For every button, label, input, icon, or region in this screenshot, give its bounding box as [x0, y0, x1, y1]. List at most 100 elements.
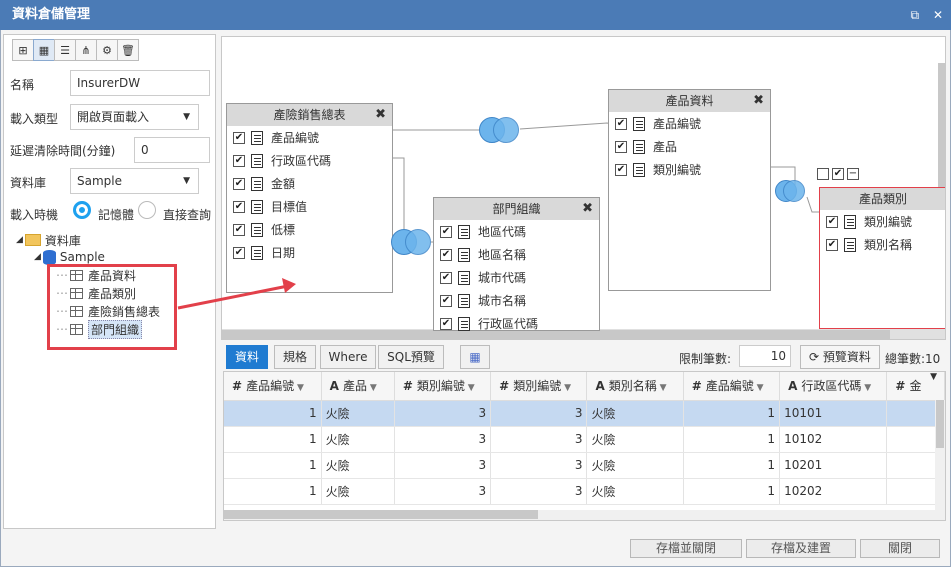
save-close-button[interactable]: 存檔並關閉	[630, 539, 742, 558]
expand-icon[interactable]: ◢	[34, 252, 41, 262]
sort-chevron-icon[interactable]: ▼	[561, 383, 571, 393]
entity-sales[interactable]: 產險銷售總表 ✖ ✔ 產品編號 ✔ 行政區代碼 ✔ 金額 ✔ 目標值 ✔ 低標 ✔ 日期	[226, 103, 393, 293]
checkbox-checked[interactable]: ✔	[233, 177, 245, 190]
checkbox-all-icon[interactable]: ✔	[832, 168, 844, 180]
grid-header-cell[interactable]: # 類別編號 ▼	[490, 372, 588, 401]
horizontal-scrollbar[interactable]	[224, 510, 937, 520]
field-row[interactable]: ✔ 行政區代碼	[227, 149, 392, 172]
field-row[interactable]: ✔ 類別編號	[609, 158, 770, 181]
tab-spec[interactable]: 規格	[274, 345, 316, 369]
close-icon[interactable]: ✖	[753, 90, 764, 112]
checkbox-checked[interactable]: ✔	[440, 248, 452, 261]
limit-input[interactable]: 10	[739, 345, 791, 367]
field-row[interactable]: ✔ 行政區代碼	[434, 312, 599, 335]
collapse-icon[interactable]: −	[847, 168, 859, 180]
delay-input[interactable]: 0	[134, 137, 210, 163]
tree-view-icon[interactable]: ☰	[54, 39, 76, 61]
grid-header-cell[interactable]: A 產品 ▼	[321, 372, 395, 401]
checkbox-checked[interactable]: ✔	[440, 225, 452, 238]
sort-chevron-icon[interactable]: ▼	[754, 383, 764, 393]
gear-icon[interactable]: ⚙	[96, 39, 118, 61]
entity-category[interactable]: 產品類別 ✔ 類別編號 ✔ 類別名稱	[819, 187, 945, 329]
data-grid[interactable]: # 產品編號 ▼ A 產品 ▼ # 類別編號 ▼ # 類別編號 ▼ A 類別名稱 ▼ # 產品編號 ▼…	[223, 371, 946, 521]
join-icon[interactable]	[479, 117, 519, 143]
field-row[interactable]: ✔ 目標值	[227, 195, 392, 218]
checkbox-checked[interactable]: ✔	[233, 246, 245, 259]
sort-chevron-icon[interactable]: ▼	[465, 383, 475, 393]
field-row[interactable]: ✔ 類別編號	[820, 210, 945, 233]
table-row[interactable]: 1 火險 3 3 火險 1 10102	[224, 426, 945, 453]
tab-sql-preview[interactable]: SQL預覽	[378, 345, 444, 369]
close-icon[interactable]: ✖	[375, 104, 386, 126]
close-window-icon[interactable]: ✕	[933, 8, 943, 22]
radio-memory[interactable]	[73, 201, 91, 219]
checkbox-checked[interactable]: ✔	[440, 294, 452, 307]
checkbox-checked[interactable]: ✔	[826, 215, 838, 228]
entity-dept[interactable]: 部門組織 ✖ ✔ 地區代碼 ✔ 地區名稱 ✔ 城市代碼 ✔ 城市名稱 ✔ 行政區代碼	[433, 197, 600, 331]
table-row[interactable]: 1 火險 3 3 火險 1 10202	[224, 478, 945, 505]
table-row[interactable]: 1 火險 3 3 火險 1 10101	[224, 400, 945, 427]
field-row[interactable]: ✔ 類別名稱	[820, 233, 945, 256]
checkbox-empty-icon[interactable]	[817, 168, 829, 180]
close-button[interactable]: 關閉	[860, 539, 940, 558]
restore-icon[interactable]: ⧉	[911, 8, 920, 22]
entity-product[interactable]: 產品資料 ✖ ✔ 產品編號 ✔ 產品 ✔ 類別編號	[608, 89, 771, 291]
field-row[interactable]: ✔ 城市名稱	[434, 289, 599, 312]
diagram-canvas[interactable]: 產險銷售總表 ✖ ✔ 產品編號 ✔ 行政區代碼 ✔ 金額 ✔ 目標值 ✔ 低標 ✔ 日期 部門…	[221, 36, 946, 340]
field-label: 行政區代碼	[478, 317, 539, 331]
entity-header[interactable]: 產品資料 ✖	[609, 90, 770, 112]
field-label: 類別名稱	[864, 238, 913, 252]
checkbox-checked[interactable]: ✔	[233, 131, 245, 144]
sort-chevron-icon[interactable]: ▼	[367, 383, 377, 393]
trash-icon[interactable]: 🗑	[117, 39, 139, 61]
expand-icon[interactable]: ◢	[16, 235, 23, 245]
sort-chevron-icon[interactable]: ▼	[657, 383, 667, 393]
radio-direct[interactable]	[138, 201, 156, 219]
field-row[interactable]: ✔ 產品編號	[609, 112, 770, 135]
vertical-scrollbar[interactable]	[935, 400, 945, 520]
checkbox-checked[interactable]: ✔	[615, 163, 627, 176]
checkbox-checked[interactable]: ✔	[826, 238, 838, 251]
tab-data[interactable]: 資料	[226, 345, 268, 369]
load-type-select[interactable]: 開啟頁面載入	[70, 104, 199, 130]
grid-header-cell[interactable]: # 類別編號 ▼	[394, 372, 492, 401]
sort-chevron-icon[interactable]: ▼	[294, 383, 304, 393]
table-row[interactable]: 1 火險 3 3 火險 1 10201	[224, 452, 945, 479]
save-build-button[interactable]: 存檔及建置	[746, 539, 856, 558]
tree-root[interactable]: ◢ 資料庫	[16, 231, 81, 249]
field-row[interactable]: ✔ 金額	[227, 172, 392, 195]
grid-header-cell[interactable]: A 類別名稱 ▼	[586, 372, 684, 401]
org-chart-icon[interactable]: ⋔	[75, 39, 97, 61]
database-select[interactable]: Sample	[70, 168, 199, 194]
checkbox-checked[interactable]: ✔	[440, 271, 452, 284]
tab-where[interactable]: Where	[320, 345, 376, 369]
checkbox-checked[interactable]: ✔	[615, 117, 627, 130]
join-icon[interactable]	[391, 229, 431, 255]
grid-header-cell[interactable]: A 行政區代碼 ▼	[779, 372, 888, 401]
entity-header[interactable]: 部門組織 ✖	[434, 198, 599, 220]
join-icon[interactable]	[775, 180, 805, 206]
entity-header[interactable]: 產險銷售總表 ✖	[227, 104, 392, 126]
field-row[interactable]: ✔ 城市代碼	[434, 266, 599, 289]
checkbox-checked[interactable]: ✔	[233, 200, 245, 213]
close-icon[interactable]: ✖	[582, 198, 593, 220]
field-row[interactable]: ✔ 產品編號	[227, 126, 392, 149]
hierarchy-icon[interactable]: ⊞	[12, 39, 34, 61]
preview-button[interactable]: ⟳ 預覽資料	[800, 345, 880, 369]
field-row[interactable]: ✔ 產品	[609, 135, 770, 158]
calculator-icon[interactable]: ▦	[460, 345, 490, 369]
field-row[interactable]: ✔ 日期	[227, 241, 392, 264]
field-row[interactable]: ✔ 地區代碼	[434, 220, 599, 243]
sort-chevron-icon[interactable]: ▼	[861, 383, 871, 393]
checkbox-checked[interactable]: ✔	[615, 140, 627, 153]
name-input[interactable]: InsurerDW	[70, 70, 210, 96]
checkbox-checked[interactable]: ✔	[233, 223, 245, 236]
checkbox-checked[interactable]: ✔	[440, 317, 452, 330]
grid-header-cell[interactable]: # 產品編號 ▼	[683, 372, 781, 401]
field-row[interactable]: ✔ 低標	[227, 218, 392, 241]
entity-header[interactable]: 產品類別	[820, 188, 945, 210]
checkbox-checked[interactable]: ✔	[233, 154, 245, 167]
table-view-icon[interactable]: ▦	[33, 39, 55, 61]
grid-header-cell[interactable]: # 產品編號 ▼	[224, 372, 322, 401]
field-row[interactable]: ✔ 地區名稱	[434, 243, 599, 266]
